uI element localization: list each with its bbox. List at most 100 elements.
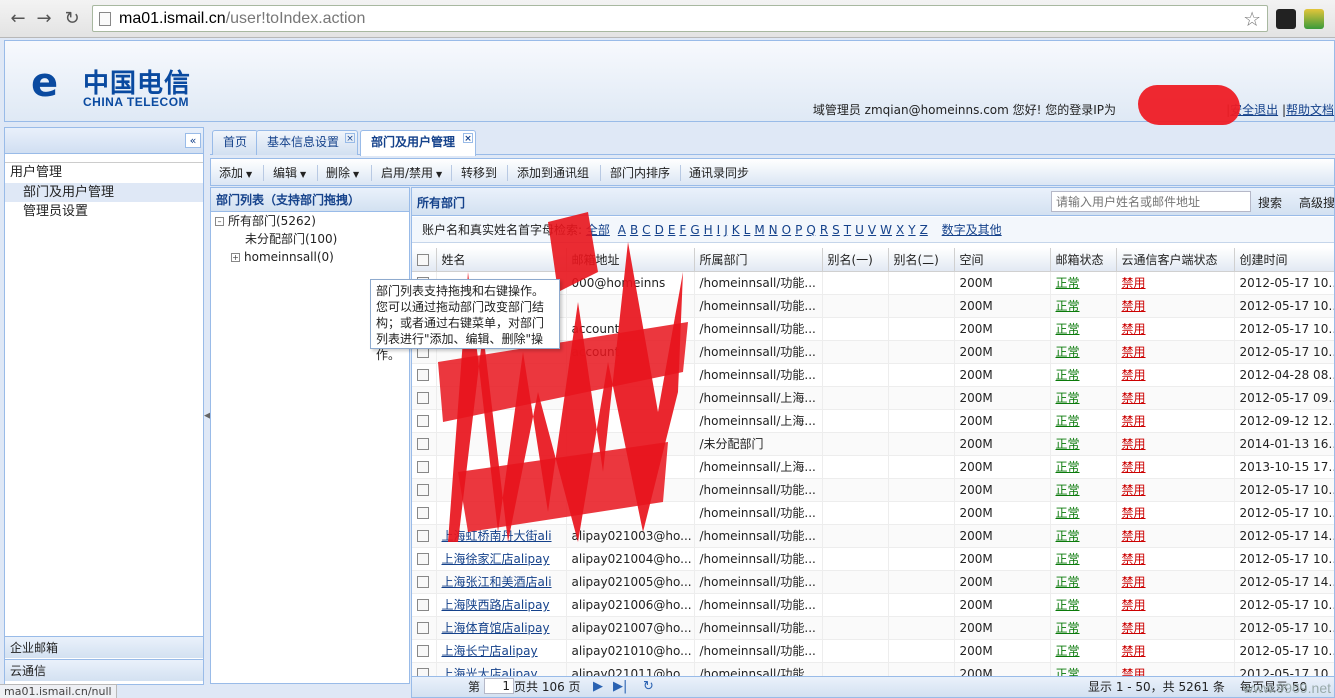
- alpha-letter-link[interactable]: T: [844, 223, 851, 237]
- alpha-other-link[interactable]: 数字及其他: [942, 223, 1002, 237]
- col-header-alias2[interactable]: 别名(二): [888, 248, 955, 272]
- cell-name[interactable]: [436, 386, 567, 410]
- alpha-letter-link[interactable]: G: [690, 223, 699, 237]
- tab-basic-settings[interactable]: 基本信息设置 ×: [256, 130, 359, 155]
- row-checkbox[interactable]: [412, 616, 437, 640]
- shield-extension-icon[interactable]: [1304, 9, 1324, 29]
- back-arrow-icon[interactable]: ←: [6, 7, 30, 31]
- alpha-letter-link[interactable]: I: [717, 223, 721, 237]
- alpha-letter-link[interactable]: A: [618, 223, 626, 237]
- cell-mail-status[interactable]: 正常: [1050, 432, 1117, 456]
- alpha-letter-link[interactable]: N: [769, 223, 778, 237]
- cell-mail-status[interactable]: 正常: [1050, 501, 1117, 525]
- alpha-letter-link[interactable]: P: [795, 223, 802, 237]
- cell-mail-status[interactable]: 正常: [1050, 616, 1117, 640]
- sidebar-item-dept-users[interactable]: 部门及用户管理: [5, 183, 203, 202]
- sidebar-group-user-management[interactable]: 用户管理: [5, 162, 203, 182]
- cell-client-status[interactable]: 禁用: [1116, 501, 1235, 525]
- page-number-input[interactable]: 1: [484, 678, 514, 694]
- sidebar-item-admin-settings[interactable]: 管理员设置: [5, 202, 203, 221]
- cell-mail-status[interactable]: 正常: [1050, 271, 1117, 295]
- cell-mail-status[interactable]: 正常: [1050, 317, 1117, 341]
- tab-home[interactable]: 首页: [212, 130, 259, 155]
- cell-client-status[interactable]: 禁用: [1116, 593, 1235, 617]
- bookmark-star-icon[interactable]: ☆: [1243, 7, 1261, 31]
- table-row[interactable]: /homeinnsall/上海... 200M 正常 禁用 2012-09-12 12:…: [412, 409, 1334, 433]
- table-row[interactable]: /homeinnsall/功能... 200M 正常 禁用 2012-05-17 10:…: [412, 478, 1334, 502]
- cell-client-status[interactable]: 禁用: [1116, 340, 1235, 364]
- table-row[interactable]: 上海体育馆店alipay alipay021007@ho.../homeinnsa…: [412, 616, 1334, 640]
- table-row[interactable]: /未分配部门 200M正常禁用2014-01-13 16:41: [412, 432, 1334, 456]
- table-row[interactable]: 上海虹桥南丹大街ali alipay021003@ho.../homeinnsal…: [412, 524, 1334, 548]
- alpha-letter-link[interactable]: O: [782, 223, 791, 237]
- alpha-letter-link[interactable]: J: [724, 223, 728, 237]
- close-tab-icon[interactable]: ×: [463, 133, 474, 144]
- cell-name[interactable]: [436, 455, 567, 479]
- extension-icon[interactable]: [1276, 9, 1296, 29]
- cell-mail-status[interactable]: 正常: [1050, 570, 1117, 594]
- cell-mail-status[interactable]: 正常: [1050, 363, 1117, 387]
- alpha-letter-link[interactable]: V: [868, 223, 876, 237]
- row-checkbox[interactable]: [412, 432, 437, 456]
- add-to-contacts-button[interactable]: 添加到通讯组: [517, 165, 589, 181]
- alpha-letter-link[interactable]: F: [679, 223, 686, 237]
- row-checkbox[interactable]: [412, 409, 437, 433]
- cell-client-status[interactable]: 禁用: [1116, 409, 1235, 433]
- row-checkbox[interactable]: [412, 524, 437, 548]
- cell-mail-status[interactable]: 正常: [1050, 455, 1117, 479]
- delete-button[interactable]: 删除 ▼: [326, 165, 359, 181]
- cell-client-status[interactable]: 禁用: [1116, 547, 1235, 571]
- select-all-checkbox[interactable]: [412, 248, 437, 272]
- enable-disable-button[interactable]: 启用/禁用 ▼: [381, 165, 442, 181]
- cell-client-status[interactable]: 禁用: [1116, 570, 1235, 594]
- table-row[interactable]: 上海张江和美酒店ali alipay021005@ho.../homeinnsal…: [412, 570, 1334, 594]
- cell-client-status[interactable]: 禁用: [1116, 524, 1235, 548]
- tree-node-all-depts[interactable]: – 所有部门(5262): [215, 212, 316, 230]
- alpha-letter-link[interactable]: L: [744, 223, 751, 237]
- alpha-letter-link[interactable]: D: [655, 223, 664, 237]
- alpha-letter-link[interactable]: R: [820, 223, 828, 237]
- alpha-all-link[interactable]: 全部: [586, 223, 610, 237]
- move-to-button[interactable]: 转移到: [461, 165, 497, 181]
- alpha-letter-link[interactable]: S: [832, 223, 840, 237]
- cell-client-status[interactable]: 禁用: [1116, 639, 1235, 663]
- table-row[interactable]: /homeinnsall/上海... 200M 正常 禁用 2012-05-17 09:…: [412, 386, 1334, 410]
- cell-name[interactable]: [436, 409, 567, 433]
- alpha-letter-link[interactable]: C: [642, 223, 650, 237]
- alpha-letter-link[interactable]: Y: [908, 223, 915, 237]
- cell-mail-status[interactable]: 正常: [1050, 294, 1117, 318]
- col-header-email[interactable]: 邮箱地址: [566, 248, 695, 272]
- tree-node-homeinnsall[interactable]: + homeinnsall(0): [231, 248, 334, 266]
- help-link[interactable]: 帮助文档: [1286, 103, 1334, 117]
- add-button[interactable]: 添加 ▼: [219, 165, 252, 181]
- next-page-icon[interactable]: ▶: [593, 677, 603, 697]
- cell-name[interactable]: 上海陕西路店alipay: [436, 593, 567, 617]
- row-checkbox[interactable]: [412, 639, 437, 663]
- row-checkbox[interactable]: [412, 455, 437, 479]
- alpha-letter-link[interactable]: M: [754, 223, 764, 237]
- table-row[interactable]: 上海徐家汇店alipay alipay021004@ho.../homeinnsa…: [412, 547, 1334, 571]
- table-row[interactable]: /homeinnsall/功能... 200M 正常 禁用 2012-05-17 10:…: [412, 501, 1334, 525]
- contacts-sync-button[interactable]: 通讯录同步: [689, 165, 749, 181]
- cell-mail-status[interactable]: 正常: [1050, 340, 1117, 364]
- row-checkbox[interactable]: [412, 386, 437, 410]
- cell-name[interactable]: [436, 432, 567, 456]
- address-bar[interactable]: ma01.ismail.cn/user!toIndex.action ☆: [92, 5, 1268, 32]
- reload-icon[interactable]: ↻: [60, 7, 84, 31]
- cell-name[interactable]: 上海徐家汇店alipay: [436, 547, 567, 571]
- col-header-mail-status[interactable]: 邮箱状态: [1050, 248, 1117, 272]
- alpha-letter-link[interactable]: B: [630, 223, 638, 237]
- search-button[interactable]: 搜索: [1258, 194, 1282, 211]
- cell-name[interactable]: 上海体育馆店alipay: [436, 616, 567, 640]
- user-search-input[interactable]: [1051, 191, 1251, 212]
- forward-arrow-icon[interactable]: →: [32, 7, 56, 31]
- alpha-letter-link[interactable]: E: [668, 223, 676, 237]
- alpha-letter-link[interactable]: W: [880, 223, 892, 237]
- row-checkbox[interactable]: [412, 547, 437, 571]
- alpha-letter-link[interactable]: Z: [920, 223, 928, 237]
- cell-client-status[interactable]: 禁用: [1116, 432, 1235, 456]
- cell-name[interactable]: 上海虹桥南丹大街ali: [436, 524, 567, 548]
- cell-client-status[interactable]: 禁用: [1116, 317, 1235, 341]
- row-checkbox[interactable]: [412, 478, 437, 502]
- alpha-letter-link[interactable]: K: [732, 223, 740, 237]
